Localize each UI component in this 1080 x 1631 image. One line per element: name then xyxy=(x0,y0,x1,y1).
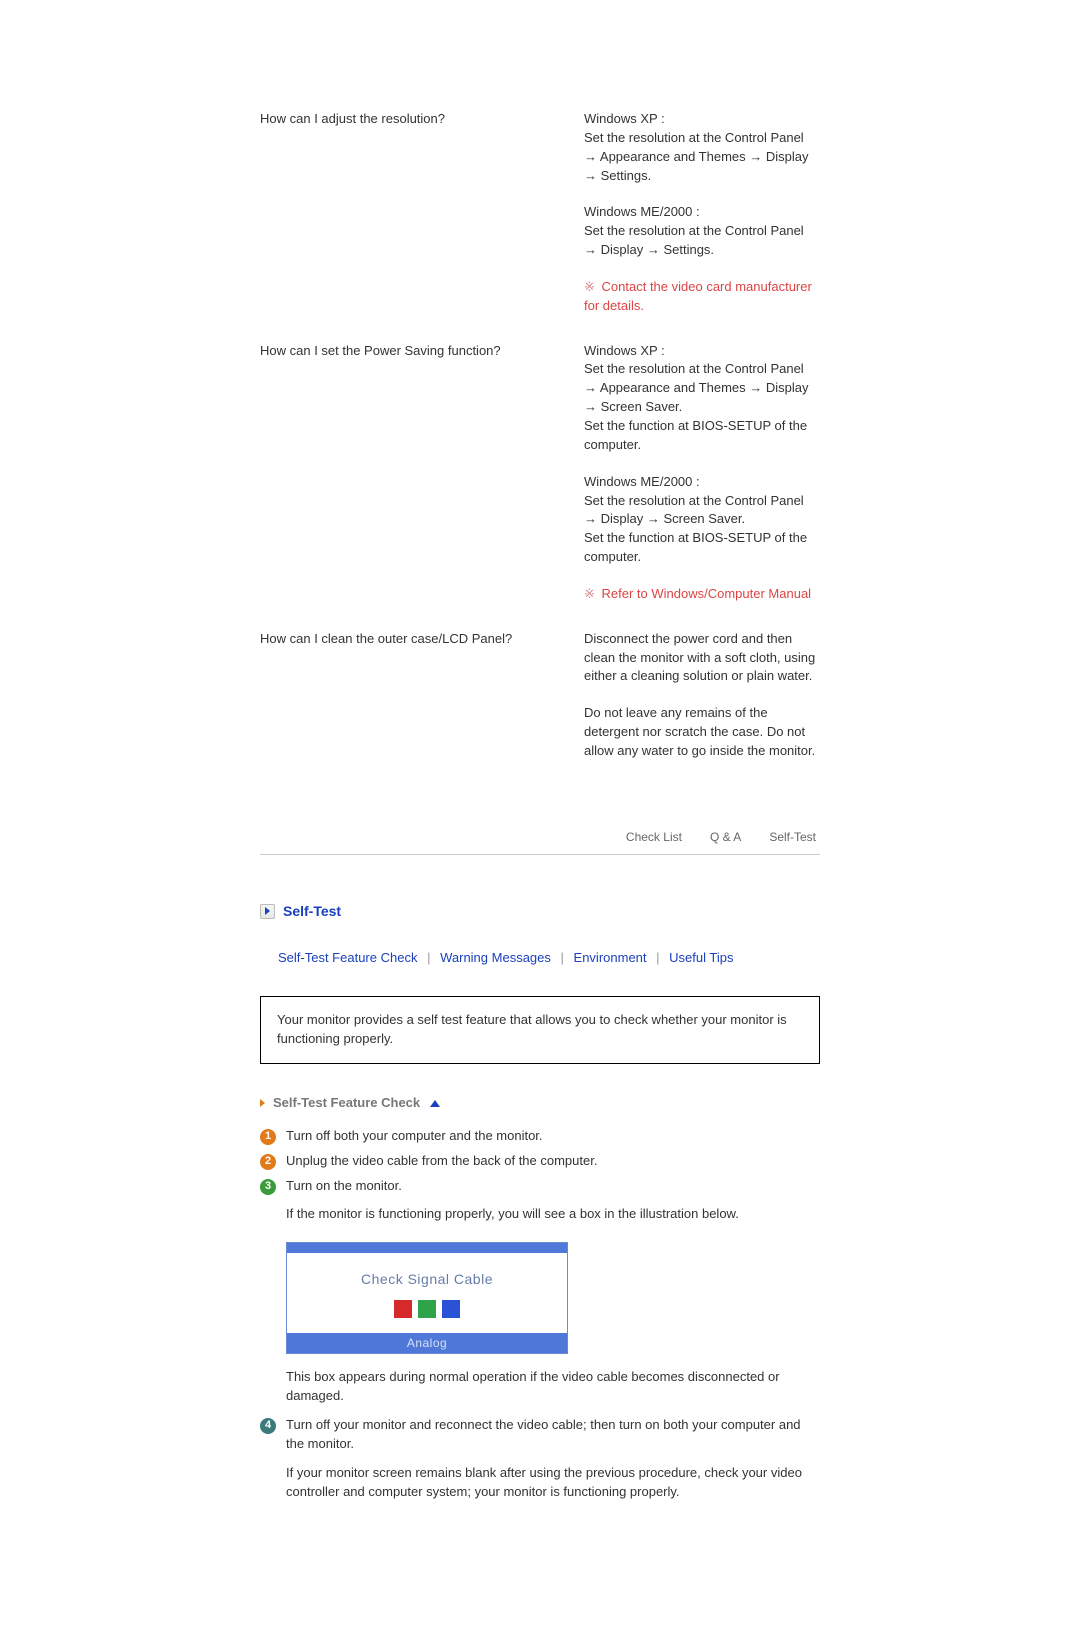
selftest-sub-links: Self-Test Feature Check | Warning Messag… xyxy=(278,949,820,968)
qa-answer-block: Windows ME/2000 : Set the resolution at … xyxy=(584,203,820,260)
rgb-red-icon xyxy=(394,1300,412,1318)
nav-self-test[interactable]: Self-Test xyxy=(769,829,816,846)
qa-answer-block: Windows XP : Set the resolution at the C… xyxy=(584,110,820,185)
qa-note: ※ Refer to Windows/Computer Manual xyxy=(584,585,820,604)
qa-question: How can I set the Power Saving function? xyxy=(260,342,560,361)
rgb-blue-icon xyxy=(442,1300,460,1318)
step-text: Turn off both your computer and the moni… xyxy=(286,1127,820,1146)
step4-followup: If your monitor screen remains blank aft… xyxy=(286,1464,820,1502)
link-warning-messages[interactable]: Warning Messages xyxy=(440,950,551,965)
rgb-green-icon xyxy=(418,1300,436,1318)
step-text: Turn off your monitor and reconnect the … xyxy=(286,1416,820,1454)
qa-note-text: Contact the video card manufacturer for … xyxy=(584,279,812,313)
feature-title-row: Self-Test Feature Check xyxy=(260,1094,820,1113)
qa-answer-block: Do not leave any remains of the detergen… xyxy=(584,704,820,761)
step-badge-icon: 3 xyxy=(260,1179,276,1195)
selftest-intro-box: Your monitor provides a self test featur… xyxy=(260,996,820,1064)
section-title: Self-Test xyxy=(283,901,341,921)
triangle-right-icon xyxy=(260,1099,265,1107)
nav-check-list[interactable]: Check List xyxy=(626,829,682,846)
qa-section: How can I adjust the resolution? Windows… xyxy=(260,110,820,779)
link-useful-tips[interactable]: Useful Tips xyxy=(669,950,733,965)
nav-qa[interactable]: Q & A xyxy=(710,829,741,846)
link-separator: | xyxy=(650,950,665,965)
qa-answer: Windows XP : Set the resolution at the C… xyxy=(584,342,820,604)
note-glyph-icon: ※ xyxy=(584,279,594,294)
link-separator: | xyxy=(421,950,436,965)
link-separator: | xyxy=(555,950,570,965)
qa-note: ※ Contact the video card manufacturer fo… xyxy=(584,278,820,316)
step-list: 1 Turn off both your computer and the mo… xyxy=(260,1127,820,1196)
qa-answer-block: Windows ME/2000 : Set the resolution at … xyxy=(584,473,820,567)
note-glyph-icon: ※ xyxy=(584,586,594,601)
section-nav: Check List Q & A Self-Test xyxy=(260,819,820,855)
list-item: 1 Turn off both your computer and the mo… xyxy=(260,1127,820,1146)
qa-row: How can I clean the outer case/LCD Panel… xyxy=(260,630,820,779)
step-badge-icon: 4 xyxy=(260,1418,276,1434)
signal-bottom-label: Analog xyxy=(287,1333,567,1353)
signal-text: Check Signal Cable xyxy=(297,1269,557,1289)
link-environment[interactable]: Environment xyxy=(574,950,647,965)
feature-title: Self-Test Feature Check xyxy=(273,1094,420,1113)
step-badge-icon: 1 xyxy=(260,1129,276,1145)
qa-answer-block: Disconnect the power cord and then clean… xyxy=(584,630,820,687)
rgb-row xyxy=(394,1300,460,1318)
after-step3-text: If the monitor is functioning properly, … xyxy=(286,1205,820,1224)
step-badge-icon: 2 xyxy=(260,1154,276,1170)
step-text: Unplug the video cable from the back of … xyxy=(286,1152,820,1171)
list-item: 4 Turn off your monitor and reconnect th… xyxy=(260,1416,820,1454)
qa-row: How can I set the Power Saving function?… xyxy=(260,342,820,604)
signal-box: Check Signal Cable Analog xyxy=(286,1242,820,1354)
triangle-up-icon[interactable] xyxy=(430,1100,440,1107)
qa-answer: Disconnect the power cord and then clean… xyxy=(584,630,820,779)
signal-outer: Check Signal Cable Analog xyxy=(286,1242,568,1354)
link-feature-check[interactable]: Self-Test Feature Check xyxy=(278,950,417,965)
after-signal-text: This box appears during normal operation… xyxy=(286,1368,820,1406)
qa-answer-block: Windows XP : Set the resolution at the C… xyxy=(584,342,820,455)
step-text: Turn on the monitor. xyxy=(286,1177,820,1196)
page-root: How can I adjust the resolution? Windows… xyxy=(130,0,950,1631)
list-item: 2 Unplug the video cable from the back o… xyxy=(260,1152,820,1171)
qa-note-text: Refer to Windows/Computer Manual xyxy=(602,586,812,601)
qa-answer: Windows XP : Set the resolution at the C… xyxy=(584,110,820,316)
step-list: 4 Turn off your monitor and reconnect th… xyxy=(260,1416,820,1454)
signal-top-band xyxy=(287,1243,567,1253)
signal-body: Check Signal Cable xyxy=(287,1253,567,1333)
qa-row: How can I adjust the resolution? Windows… xyxy=(260,110,820,316)
section-title-row: Self-Test xyxy=(260,901,820,921)
qa-question: How can I adjust the resolution? xyxy=(260,110,560,129)
play-icon xyxy=(260,904,275,919)
list-item: 3 Turn on the monitor. xyxy=(260,1177,820,1196)
qa-question: How can I clean the outer case/LCD Panel… xyxy=(260,630,560,649)
